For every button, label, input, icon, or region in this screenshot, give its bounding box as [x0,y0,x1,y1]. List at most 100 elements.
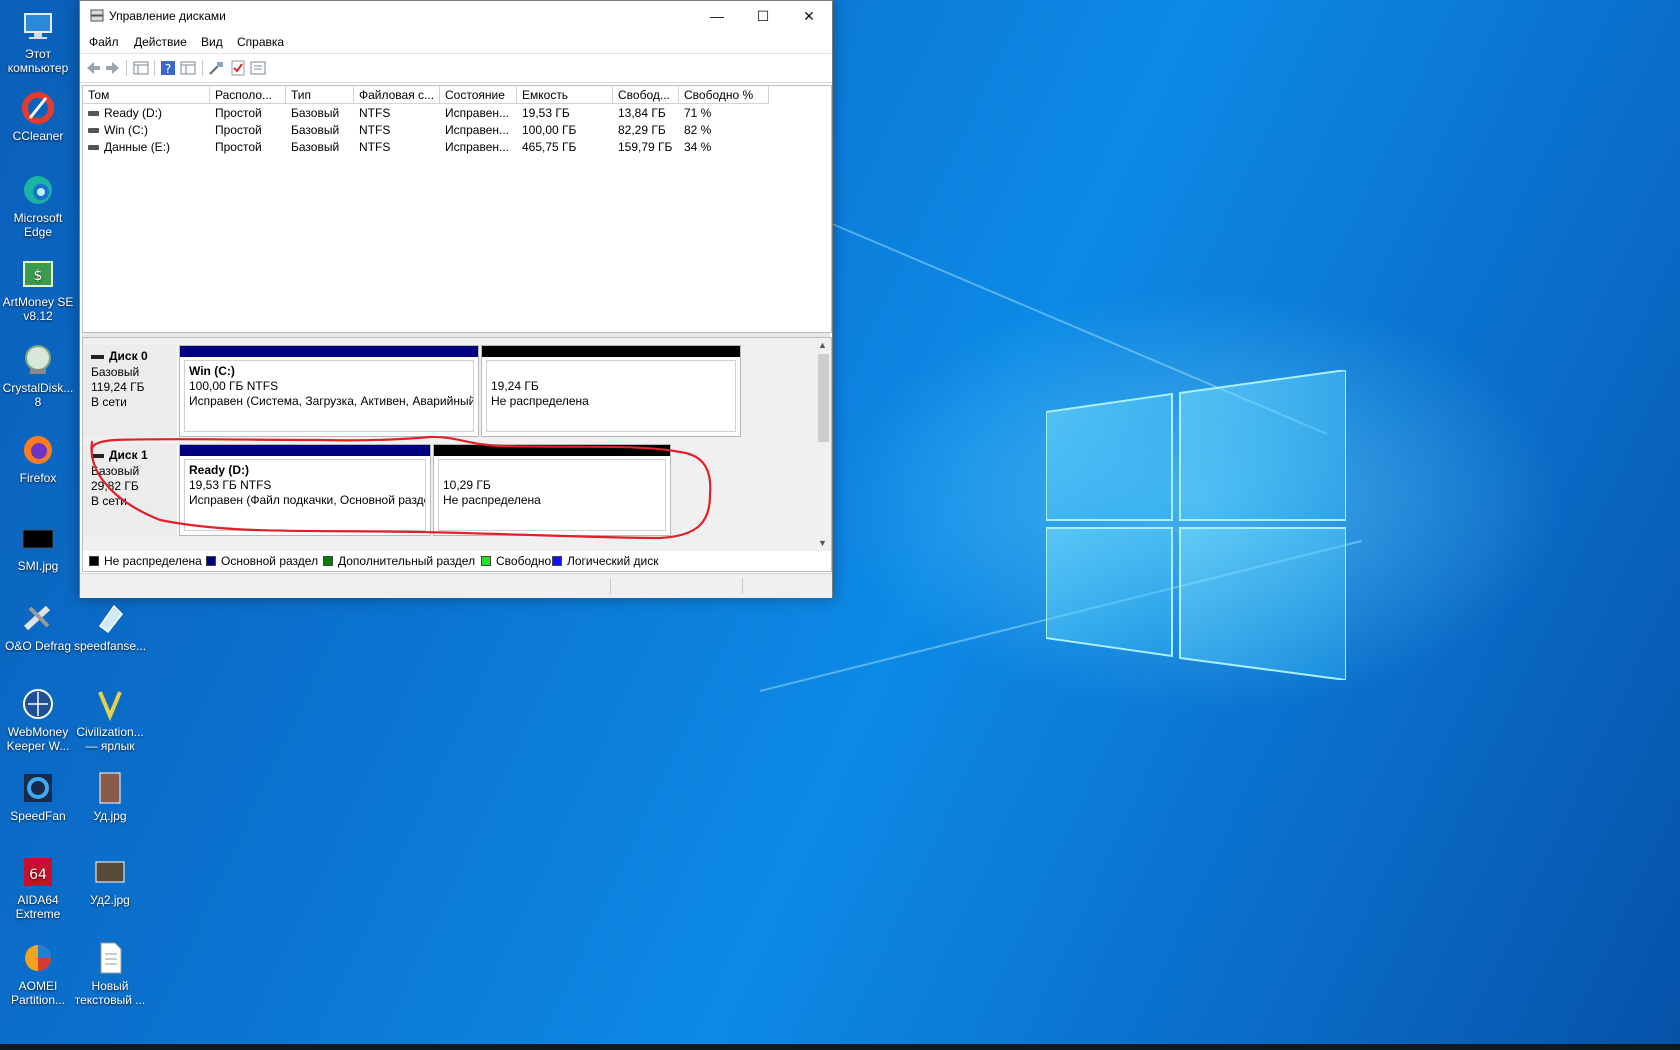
maximize-button[interactable]: ☐ [740,1,786,31]
partition-details: 10,29 ГБ Не распределена [438,459,666,531]
desktop-icon-speedfan[interactable]: SpeedFan [2,770,74,823]
webmoney-icon [23,689,53,719]
partition-state: Исправен (Файл подкачки, Основной разде [189,493,426,507]
column-header-capacity[interactable]: Емкость [517,86,613,104]
cell-free-percent: 71 % [684,106,712,120]
defrag-icon [23,605,51,631]
desktop-icon-aomei[interactable]: AOMEI Partition... [2,940,74,1007]
desktop-icon-oo-defrag[interactable]: O&O Defrag [2,600,74,653]
desktop-icon-label: Уд2.jpg [90,893,130,907]
menu-file[interactable]: Файл [89,35,119,49]
desktop-icon-crystaldisk[interactable]: CrystalDisk... 8 [2,342,74,409]
partition-state: Не распределена [491,394,589,408]
partition-size: 19,24 ГБ [491,379,539,393]
desktop-icon-label: CCleaner [12,129,64,143]
menu-help[interactable]: Справка [237,35,284,49]
partition-ready-d[interactable]: Ready (D:) 19,53 ГБ NTFS Исправен (Файл … [179,444,431,536]
column-header-filesystem[interactable]: Файловая с... [354,86,440,104]
desktop-icon-ud-jpg[interactable]: Уд.jpg [74,770,146,823]
back-icon[interactable] [85,60,101,76]
disk-type: Базовый [91,464,140,478]
desktop-icon-this-pc[interactable]: Этот компьютер [2,8,74,75]
legend-swatch [481,556,491,566]
windows-logo [1046,370,1346,680]
desktop-icon-label: O&O Defrag [4,639,72,653]
forward-icon[interactable] [105,60,121,76]
desktop-icon-ud2-jpg[interactable]: Уд2.jpg [74,854,146,907]
menu-view[interactable]: Вид [201,35,223,49]
table-row[interactable]: Ready (D:) Простой Базовый NTFS Исправен… [83,105,831,122]
desktop-icon-new-text[interactable]: Новый текстовый ... [74,940,146,1007]
scroll-up-icon[interactable]: ▲ [818,340,827,350]
partition-details: Ready (D:) 19,53 ГБ NTFS Исправен (Файл … [184,459,426,531]
disk-icon [91,454,104,458]
taskbar[interactable] [0,1044,1680,1050]
cell-layout: Простой [215,140,262,154]
partition-win-c[interactable]: Win (C:) 100,00 ГБ NTFS Исправен (Систем… [179,345,479,437]
disk-status: В сети [91,494,127,508]
help-icon[interactable]: ? [160,60,176,76]
desktop-icon-smi-jpg[interactable]: SMI.jpg [2,520,74,573]
disk-0-info[interactable]: Диск 0 Базовый 119,24 ГБ В сети [83,345,178,437]
svg-text:$: $ [34,268,43,284]
disk-1-info[interactable]: Диск 1 Базовый 29,82 ГБ В сети [83,444,178,536]
disk-graphical-view: Диск 0 Базовый 119,24 ГБ В сети Win (C:)… [82,337,832,553]
column-header-type[interactable]: Тип [286,86,354,104]
show-pane-icon[interactable] [250,60,266,76]
column-header-status[interactable]: Состояние [440,86,517,104]
desktop-icon-speedfanse[interactable]: speedfanse... [74,600,146,653]
partition-details: Win (C:) 100,00 ГБ NTFS Исправен (Систем… [184,360,474,432]
partition-size: 10,29 ГБ [443,478,491,492]
desktop-icon-label: Этот компьютер [7,47,69,75]
partition-unallocated-disk0[interactable]: 19,24 ГБ Не распределена [481,345,741,437]
column-header-volume[interactable]: Том [83,86,210,104]
partition-color-bar [482,346,740,357]
cell-type: Базовый [291,106,340,120]
properties-icon[interactable] [180,60,196,76]
desktop-icon-label: Новый текстовый ... [74,979,146,1007]
desktop-icon-webmoney[interactable]: WebMoney Keeper W... [2,686,74,753]
check-icon[interactable] [230,60,246,76]
status-bar [80,573,832,598]
volume-icon [88,111,99,116]
column-header-layout[interactable]: Располо... [210,86,286,104]
desktop-icon-aida64[interactable]: 64 AIDA64 Extreme [2,854,74,921]
text-file-icon [100,942,122,974]
desktop-icon-label: speedfanse... [74,639,147,653]
cell-type: Базовый [291,123,340,137]
cell-volume: Win (C:) [104,123,148,137]
scroll-thumb[interactable] [818,354,829,442]
desktop-icon-artmoney[interactable]: $ ArtMoney SE v8.12 [2,256,74,323]
close-button[interactable]: ✕ [786,1,832,31]
partition-name: Ready (D:) [189,463,250,477]
firefox-icon [24,436,52,464]
disk-name: Диск 1 [109,448,148,462]
console-tree-icon[interactable] [133,60,149,76]
desktop-icon-firefox[interactable]: Firefox [2,432,74,485]
desktop-icon-label: Уд.jpg [93,809,127,823]
volume-list: Том Располо... Тип Файловая с... Состоян… [82,85,832,333]
menu-bar: Файл Действие Вид Справка [80,31,832,53]
desktop-icon-civilization[interactable]: Civilization... — ярлык [74,686,146,753]
vertical-scrollbar[interactable]: ▲ ▼ [815,338,831,552]
civilization-icon [98,691,122,722]
partition-unallocated-disk1[interactable]: 10,29 ГБ Не распределена [433,444,671,536]
column-header-free-percent[interactable]: Свободно % [679,86,769,104]
legend-label: Дополнительный раздел [338,554,476,568]
desktop-icon-label: Microsoft Edge [13,211,63,239]
desktop-icon-ccleaner[interactable]: CCleaner [2,90,74,143]
minimize-button[interactable]: — [694,1,740,31]
image-file-icon [95,861,125,883]
menu-action[interactable]: Действие [134,35,187,49]
disk-type: Базовый [91,365,140,379]
column-header-free[interactable]: Свобод... [613,86,679,104]
svg-text:?: ? [165,62,171,76]
disk-management-app-icon [90,9,104,22]
table-row[interactable]: Win (C:) Простой Базовый NTFS Исправен..… [83,122,831,139]
table-row[interactable]: Данные (E:) Простой Базовый NTFS Исправе… [83,139,831,156]
title-bar[interactable]: Управление дисками — ☐ ✕ [80,1,832,31]
scroll-down-icon[interactable]: ▼ [818,538,827,548]
desktop-icon-edge[interactable]: Microsoft Edge [2,172,74,239]
legend-unallocated: Не распределена [89,551,202,571]
connect-icon[interactable] [208,60,224,76]
